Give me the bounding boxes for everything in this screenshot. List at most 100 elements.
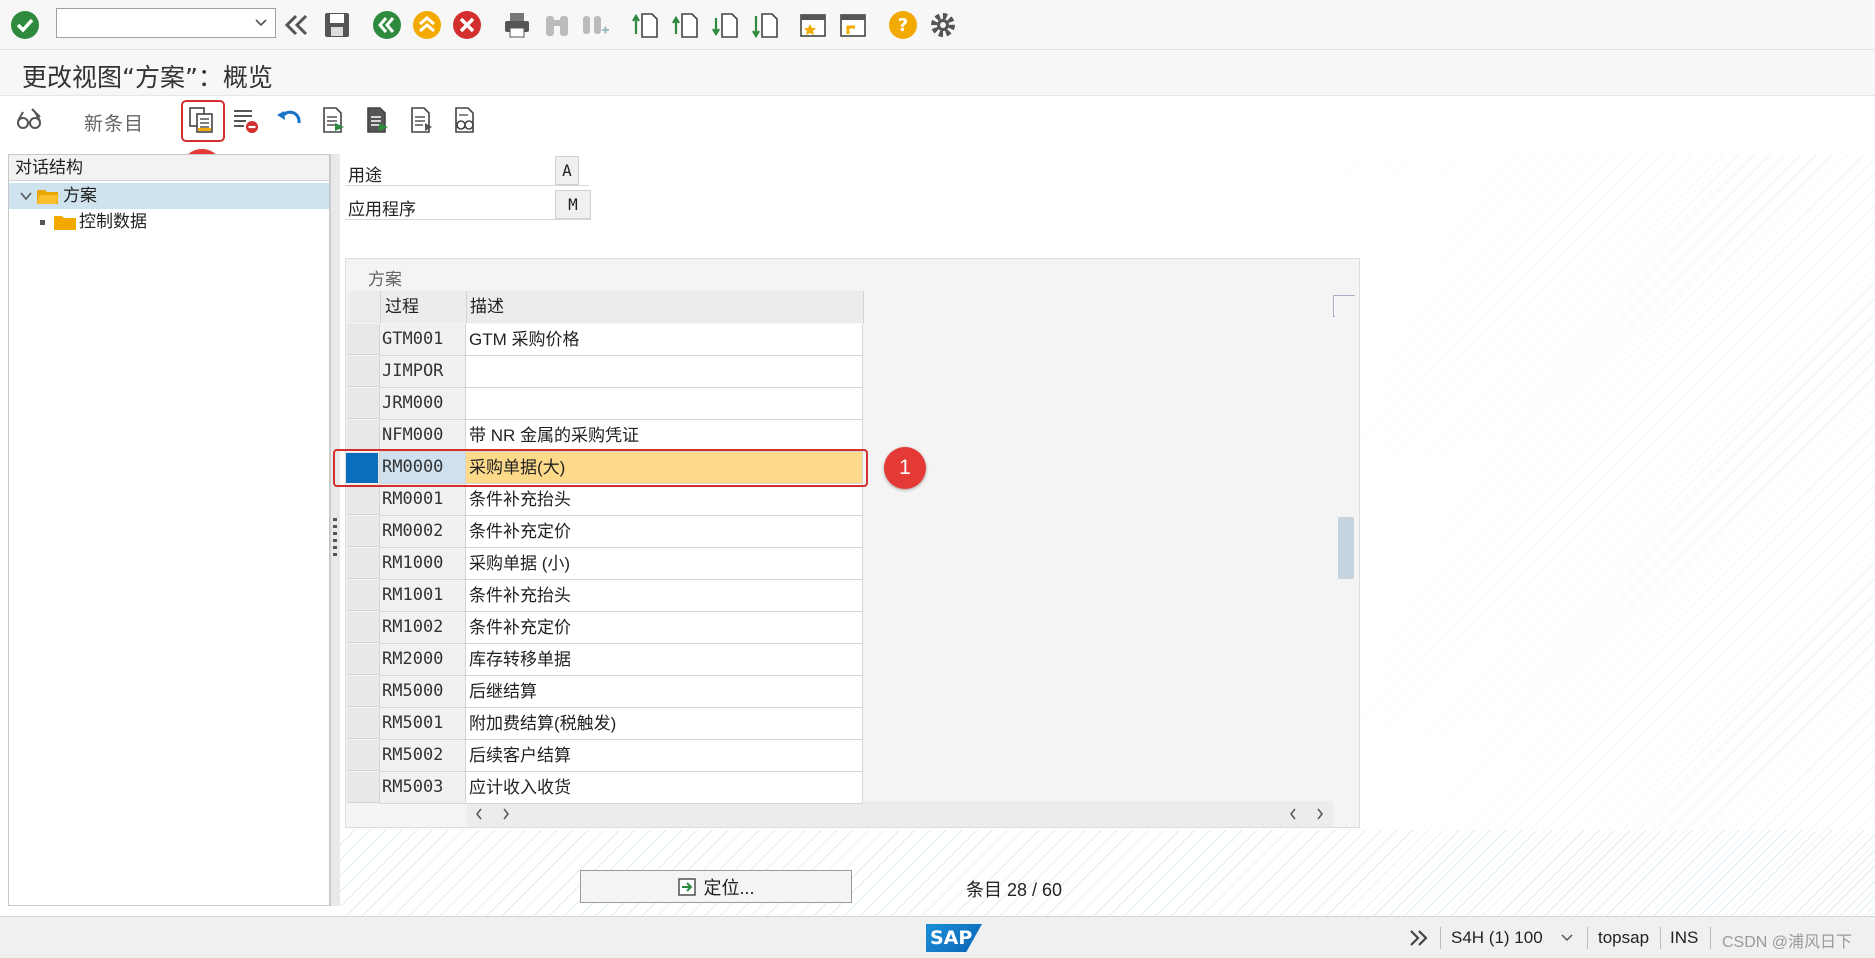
row-selector[interactable] <box>347 484 380 515</box>
row-selector[interactable] <box>347 708 380 739</box>
cell-procedure[interactable]: RM5001 <box>380 708 466 739</box>
command-field[interactable] <box>56 8 276 38</box>
cancel-button[interactable] <box>450 8 484 42</box>
new-session-button[interactable] <box>796 8 830 42</box>
new-entries-button[interactable]: 新条目 <box>84 109 144 136</box>
print-button[interactable] <box>500 8 534 42</box>
row-selector[interactable] <box>347 740 380 771</box>
vertical-scroll-thumb[interactable] <box>1338 517 1354 579</box>
table-row[interactable]: RM2000 库存转移单据 <box>380 644 863 676</box>
cell-procedure[interactable]: RM0002 <box>380 516 466 547</box>
cell-description[interactable]: 后继结算 <box>466 676 863 707</box>
table-row[interactable]: RM1000 采购单据 (小) <box>380 548 863 580</box>
chevron-down-icon[interactable] <box>19 190 33 202</box>
cell-description[interactable]: 库存转移单据 <box>466 644 863 675</box>
settings-button[interactable] <box>926 8 960 42</box>
compare-button[interactable] <box>448 103 482 137</box>
row-selector[interactable] <box>347 356 380 387</box>
cell-description[interactable]: 条件补充抬头 <box>466 484 863 515</box>
cell-procedure[interactable]: RM2000 <box>380 644 466 675</box>
cell-procedure[interactable]: NFM000 <box>380 420 466 451</box>
select-block-button[interactable] <box>360 103 394 137</box>
horizontal-scrollbar[interactable] <box>467 801 1333 827</box>
table-row[interactable]: NFM000 带 NR 金属的采购凭证 <box>380 420 863 452</box>
save-button[interactable] <box>320 8 354 42</box>
select-all-button[interactable] <box>316 103 350 137</box>
row-selector[interactable] <box>347 420 380 451</box>
field-application-value[interactable]: M <box>555 190 591 219</box>
undo-button[interactable] <box>272 103 306 137</box>
cell-procedure[interactable]: GTM001 <box>380 324 466 355</box>
collapse-button[interactable] <box>280 8 314 42</box>
last-page-button[interactable] <box>748 8 782 42</box>
table-row[interactable]: RM5001 附加费结算(税触发) <box>380 708 863 740</box>
command-input[interactable] <box>57 9 247 37</box>
cell-procedure[interactable]: RM1002 <box>380 612 466 643</box>
cell-description[interactable] <box>466 356 863 387</box>
back-button[interactable] <box>370 8 404 42</box>
cell-procedure[interactable]: JIMPOR <box>380 356 466 387</box>
row-selector[interactable] <box>347 516 380 547</box>
table-row[interactable]: RM5003 应计收入收货 <box>380 772 863 804</box>
cell-description[interactable]: 带 NR 金属的采购凭证 <box>466 420 863 451</box>
table-row[interactable]: JIMPOR <box>380 356 863 388</box>
scroll-left-button[interactable] <box>468 803 490 825</box>
scroll-left-end-button[interactable] <box>1282 803 1304 825</box>
expand-status-icon[interactable] <box>1408 928 1430 948</box>
cell-description[interactable]: 采购单据 (小) <box>466 548 863 579</box>
field-usage-value[interactable]: A <box>555 156 579 185</box>
display-change-button[interactable] <box>12 103 46 137</box>
cell-description[interactable]: 附加费结算(税触发) <box>466 708 863 739</box>
cell-description[interactable] <box>466 388 863 419</box>
table-row[interactable]: RM5000 后继结算 <box>380 676 863 708</box>
cell-procedure[interactable]: RM1000 <box>380 548 466 579</box>
table-row[interactable]: RM0001 条件补充抬头 <box>380 484 863 516</box>
row-selector[interactable] <box>347 644 380 675</box>
delete-button[interactable] <box>228 103 262 137</box>
column-header-procedure[interactable]: 过程 <box>381 291 467 323</box>
cell-procedure[interactable]: RM5002 <box>380 740 466 771</box>
table-row[interactable]: JRM000 <box>380 388 863 420</box>
cell-procedure[interactable]: RM5000 <box>380 676 466 707</box>
cell-description[interactable]: 应计收入收货 <box>466 772 863 803</box>
scroll-right-end-button[interactable] <box>1309 803 1331 825</box>
cell-description[interactable]: GTM 采购价格 <box>466 324 863 355</box>
select-all-column-header[interactable] <box>348 291 381 323</box>
cell-procedure[interactable]: RM1001 <box>380 580 466 611</box>
find-next-button[interactable] <box>578 8 612 42</box>
cell-procedure[interactable]: RM0001 <box>380 484 466 515</box>
cell-description[interactable]: 条件补充定价 <box>466 516 863 547</box>
row-selector[interactable] <box>347 612 380 643</box>
cell-description[interactable]: 后续客户结算 <box>466 740 863 771</box>
position-button[interactable]: 定位... <box>580 870 852 903</box>
exit-button[interactable] <box>410 8 444 42</box>
table-row[interactable]: RM5002 后续客户结算 <box>380 740 863 772</box>
row-selector[interactable] <box>347 580 380 611</box>
shortcut-button[interactable] <box>836 8 870 42</box>
table-row[interactable]: GTM001 GTM 采购价格 <box>380 324 863 356</box>
chevron-down-icon[interactable] <box>253 14 269 30</box>
help-button[interactable]: ? <box>886 8 920 42</box>
first-page-button[interactable] <box>628 8 662 42</box>
next-page-button[interactable] <box>708 8 742 42</box>
row-selector[interactable] <box>347 772 380 803</box>
row-selector[interactable] <box>347 548 380 579</box>
chevron-down-icon[interactable] <box>1560 933 1574 943</box>
cell-procedure[interactable]: RM5003 <box>380 772 466 803</box>
row-selector[interactable] <box>347 676 380 707</box>
find-button[interactable] <box>540 8 574 42</box>
column-header-description[interactable]: 描述 <box>467 291 864 323</box>
tree-item-control-data[interactable]: 控制数据 <box>9 209 329 235</box>
cell-procedure[interactable]: JRM000 <box>380 388 466 419</box>
row-selector[interactable] <box>347 388 380 419</box>
tree-item-schema[interactable]: 方案 <box>9 183 329 209</box>
cell-description[interactable]: 条件补充抬头 <box>466 580 863 611</box>
table-row[interactable]: RM1001 条件补充抬头 <box>380 580 863 612</box>
table-row[interactable]: RM0002 条件补充定价 <box>380 516 863 548</box>
splitter-grip[interactable] <box>333 518 337 558</box>
deselect-all-button[interactable] <box>404 103 438 137</box>
row-selector[interactable] <box>347 324 380 355</box>
cell-description[interactable]: 条件补充定价 <box>466 612 863 643</box>
enter-button[interactable] <box>8 8 42 42</box>
scroll-right-button[interactable] <box>495 803 517 825</box>
